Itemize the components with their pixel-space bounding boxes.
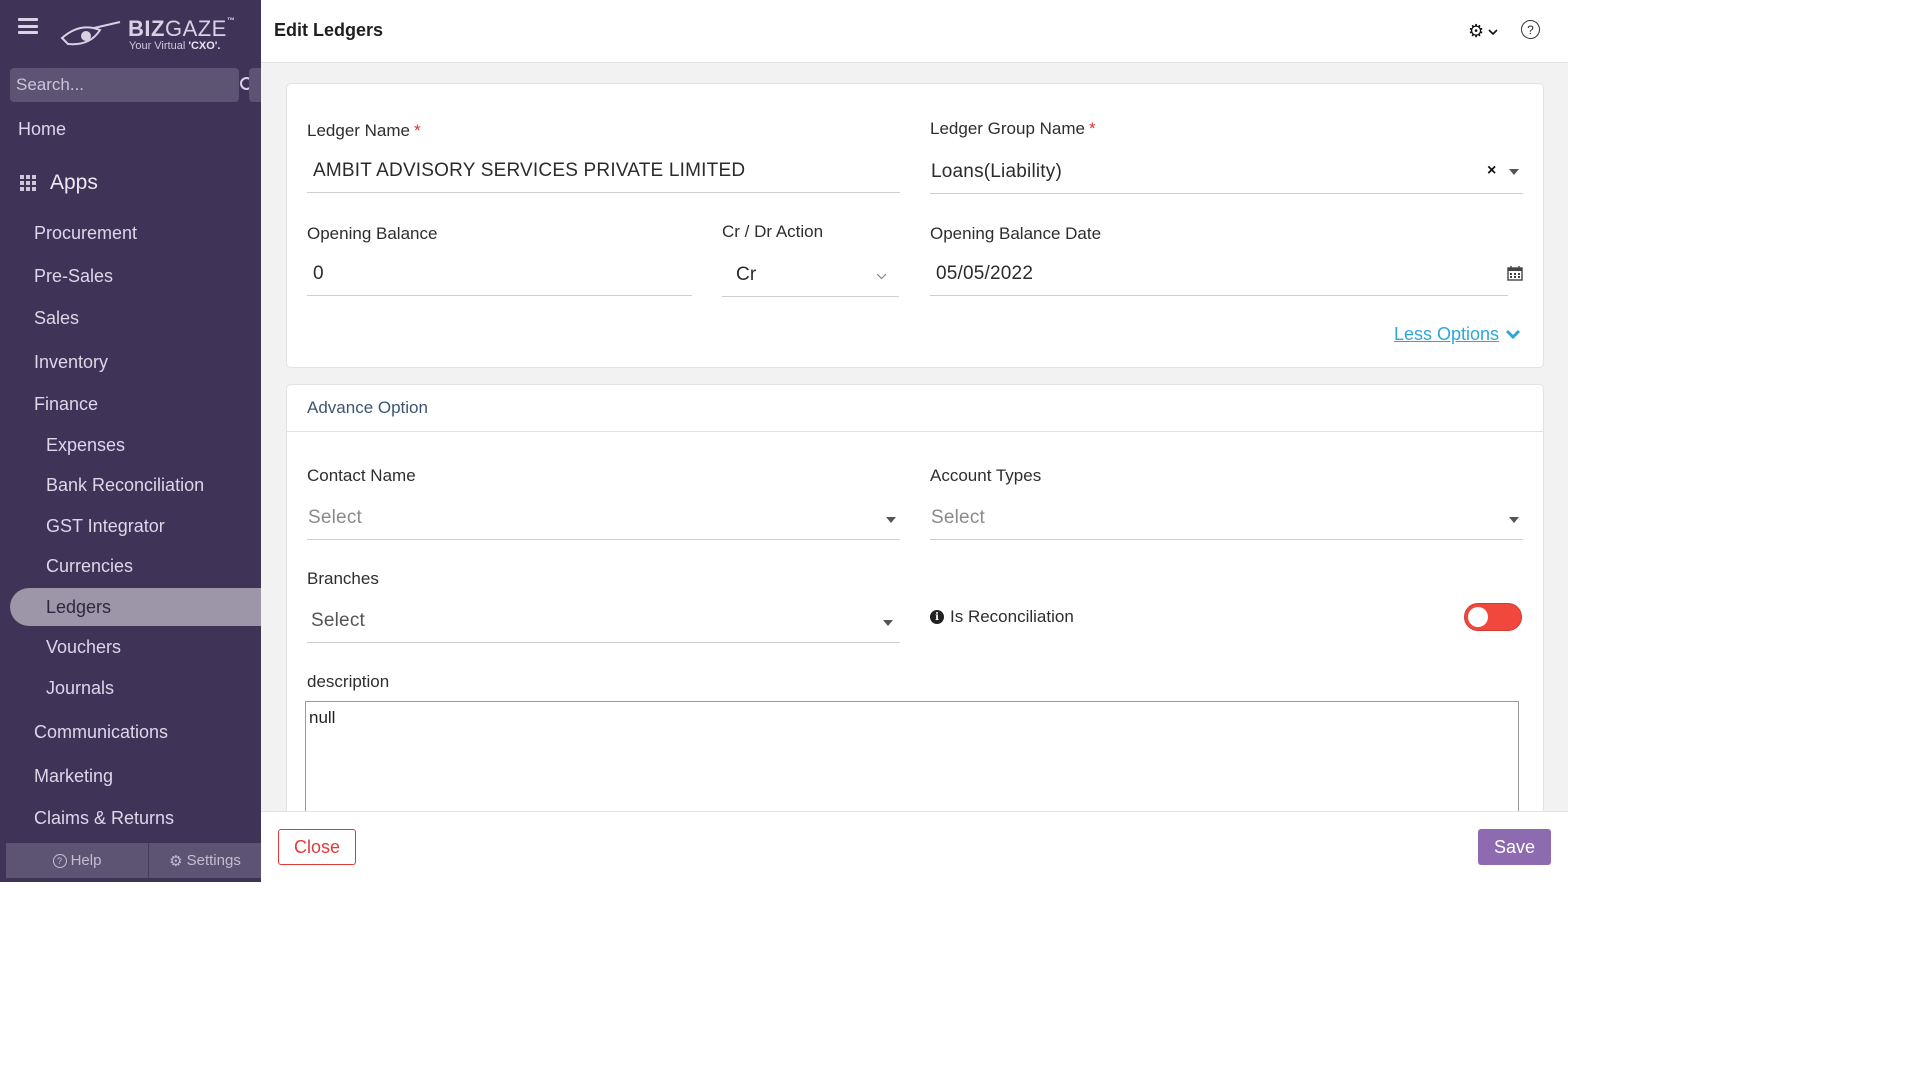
chevron-down-icon [1488,28,1498,35]
sidebar-item-journals[interactable]: Journals [46,678,114,699]
opening-balance-field[interactable]: 0 [307,255,692,296]
sidebar-item-home[interactable]: Home [18,119,66,140]
caret-down-icon [886,517,896,523]
sidebar-item-bank-reconciliation[interactable]: Bank Reconciliation [46,475,204,496]
help-button[interactable]: ? Help [6,843,149,878]
cr-dr-value: Cr [736,264,757,285]
info-icon: i [930,610,944,624]
brand-logo[interactable]: BIZGAZE™ Your Virtual 'CXO'. [60,14,240,56]
sidebar-item-vouchers[interactable]: Vouchers [46,637,121,658]
sidebar-item-apps-label: Apps [50,171,98,194]
description-textarea[interactable]: null [305,701,1519,811]
reconciliation-toggle[interactable] [1464,603,1522,631]
sidebar-item-expenses[interactable]: Expenses [46,435,125,456]
search-box [10,68,256,102]
sidebar-item-claims-returns[interactable]: Claims & Returns [34,808,174,829]
ledger-name-value: AMBIT ADVISORY SERVICES PRIVATE LIMITED [313,160,746,181]
sidebar-item-pre-sales[interactable]: Pre-Sales [34,266,113,287]
sidebar-item-apps[interactable]: Apps [20,171,98,195]
help-label: Help [70,852,102,869]
page-title: Edit Ledgers [274,20,384,40]
opening-balance-value: 0 [313,263,324,284]
opening-balance-label: Opening Balance [307,224,438,243]
sidebar: BIZGAZE™ Your Virtual 'CXO'. Home Apps P… [0,0,261,882]
opening-date-label: Opening Balance Date [930,224,1102,243]
account-types-placeholder: Select [931,507,986,528]
opening-date-field[interactable]: 05/05/2022 [930,255,1508,296]
account-types-label: Account Types [930,466,1042,485]
search-side-tab[interactable] [249,68,261,102]
ledger-details-card: Ledger Name * AMBIT ADVISORY SERVICES PRI… [286,83,1544,368]
ledger-group-select[interactable]: Loans(Liability) × [930,153,1523,194]
save-button[interactable]: Save [1478,829,1551,865]
contact-name-label: Contact Name [307,466,416,485]
description-label: description [307,672,390,691]
branches-label: Branches [307,569,379,588]
less-options-label: Less Options [1394,324,1500,344]
ledger-group-value: Loans(Liability) [931,161,1062,182]
action-bar: Close Save [261,811,1568,883]
settings-gear-icon: ⚙ [169,852,183,870]
form-content: Ledger Name * AMBIT ADVISORY SERVICES PRI… [261,63,1568,811]
help-icon[interactable]: ? [1521,20,1540,39]
help-circle-icon: ? [52,853,67,868]
contact-name-placeholder: Select [308,507,363,528]
cr-dr-select[interactable]: Cr [722,256,899,297]
calendar-icon[interactable] [1507,265,1523,281]
sidebar-item-procurement[interactable]: Procurement [34,223,137,244]
less-options-link[interactable]: Less Options [1394,324,1521,345]
logo-eye-icon [60,21,121,46]
sidebar-item-gst-integrator[interactable]: GST Integrator [46,516,165,537]
caret-down-icon [883,620,893,626]
contact-name-select[interactable]: Select [307,499,900,540]
ledger-name-field[interactable]: AMBIT ADVISORY SERVICES PRIVATE LIMITED [307,152,900,193]
ledger-name-label: Ledger Name * [307,121,421,140]
reconciliation-label: i Is Reconciliation [930,607,1074,627]
toggle-knob [1468,607,1488,627]
brand-name: BIZGAZE™ [128,16,236,41]
chevron-down-icon [1506,329,1521,340]
sidebar-item-ledgers[interactable]: Ledgers [46,597,111,618]
branches-placeholder: Select [311,610,366,631]
chevron-down-icon [876,273,887,280]
apps-grid-icon [20,175,36,191]
ledger-group-label: Ledger Group Name * [930,119,1096,138]
close-button[interactable]: Close [278,829,356,865]
sidebar-item-sales[interactable]: Sales [34,308,79,329]
settings-label: Settings [186,852,241,869]
sidebar-item-inventory[interactable]: Inventory [34,352,108,373]
opening-date-value: 05/05/2022 [936,263,1034,284]
caret-down-icon [1509,517,1519,523]
sidebar-item-currencies[interactable]: Currencies [46,556,133,577]
caret-down-icon[interactable] [1509,169,1519,175]
advance-option-header[interactable] [287,385,1543,432]
menu-icon[interactable] [18,18,38,34]
cr-dr-label: Cr / Dr Action [722,222,824,241]
advance-option-card: Advance Option Contact Name Select Accou… [286,384,1544,811]
sidebar-item-marketing[interactable]: Marketing [34,766,113,787]
settings-button[interactable]: ⚙ Settings [149,843,261,878]
branches-select[interactable]: Select [307,602,900,643]
search-input[interactable] [10,74,239,96]
gear-icon: ⚙ [1468,21,1485,41]
clear-icon[interactable]: × [1487,162,1496,180]
advance-option-title: Advance Option [307,398,428,417]
sidebar-item-communications[interactable]: Communications [34,722,168,743]
sidebar-footer: ? Help ⚙ Settings [6,843,261,878]
page-header: Edit Ledgers ⚙ ? [261,0,1568,63]
account-types-select[interactable]: Select [930,499,1523,540]
gear-menu-button[interactable]: ⚙ [1468,21,1498,42]
sidebar-item-finance[interactable]: Finance [34,394,98,415]
brand-tagline: Your Virtual 'CXO'. [129,40,221,52]
